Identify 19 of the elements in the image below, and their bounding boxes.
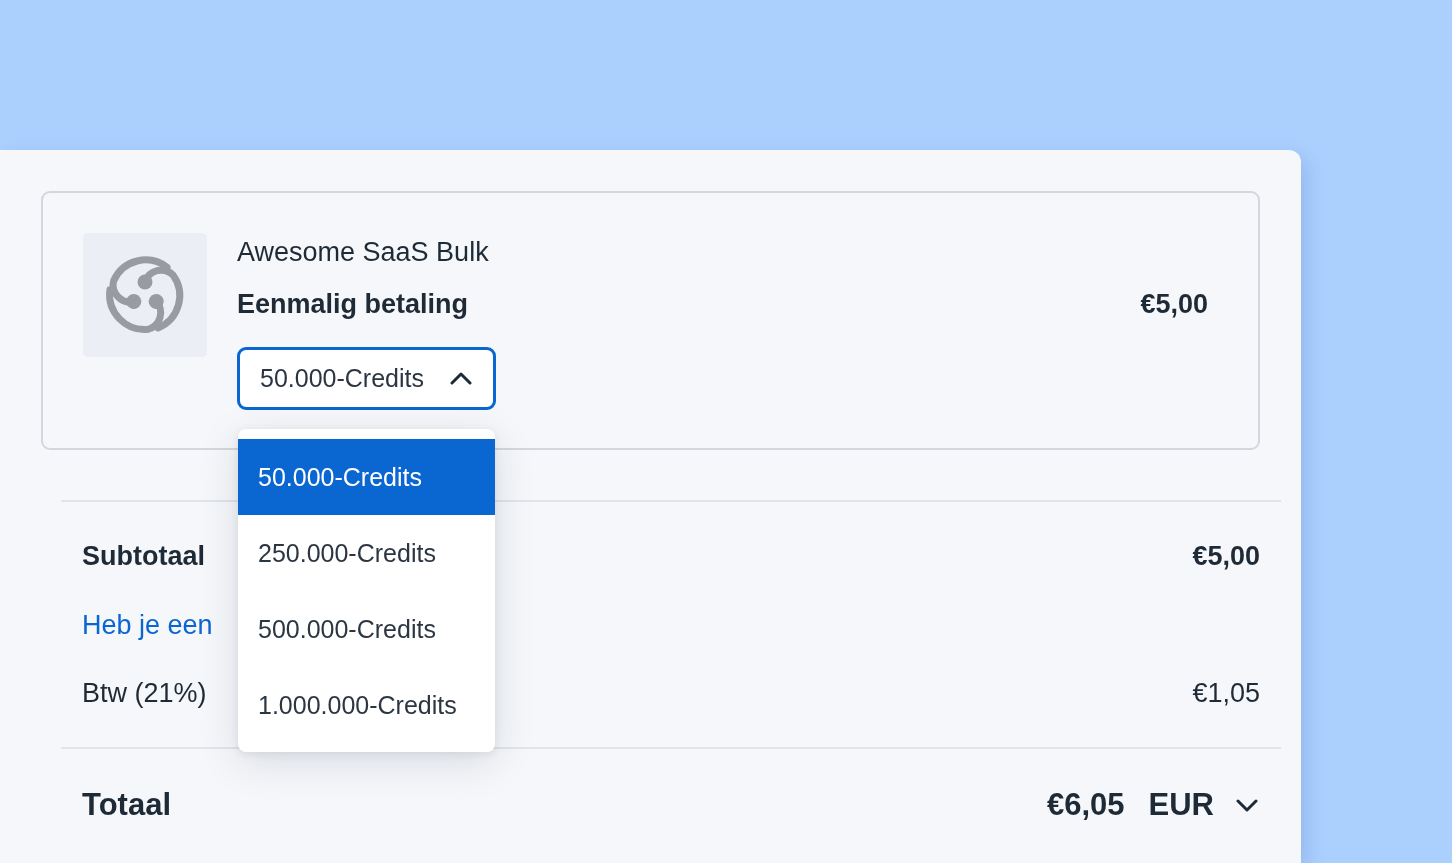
plan-option[interactable]: 50.000-Credits bbox=[238, 439, 495, 515]
subtotal-label: Subtotaal bbox=[82, 540, 205, 572]
total-value: €6,05 bbox=[1046, 787, 1125, 823]
plan-select[interactable]: 50.000-Credits bbox=[237, 347, 496, 410]
promo-code-link[interactable]: Heb je een bbox=[82, 609, 213, 641]
total-label: Totaal bbox=[82, 787, 171, 823]
tax-label: Btw (21%) bbox=[82, 677, 207, 709]
plan-option[interactable]: 250.000-Credits bbox=[238, 515, 495, 591]
chevron-up-icon bbox=[450, 372, 472, 385]
product-price: €5,00 bbox=[1140, 288, 1208, 321]
product-name: Awesome SaaS Bulk bbox=[237, 236, 490, 269]
product-logo-icon bbox=[83, 233, 207, 357]
tax-value: €1,05 bbox=[1192, 677, 1260, 709]
chevron-down-icon bbox=[1236, 798, 1258, 812]
plan-option[interactable]: 500.000-Credits bbox=[238, 591, 495, 667]
billing-type: Eenmalig betaling bbox=[237, 288, 470, 321]
plan-option[interactable]: 1.000.000-Credits bbox=[238, 667, 495, 743]
subtotal-value: €5,00 bbox=[1192, 540, 1260, 572]
currency-select[interactable]: EUR bbox=[1148, 787, 1258, 823]
